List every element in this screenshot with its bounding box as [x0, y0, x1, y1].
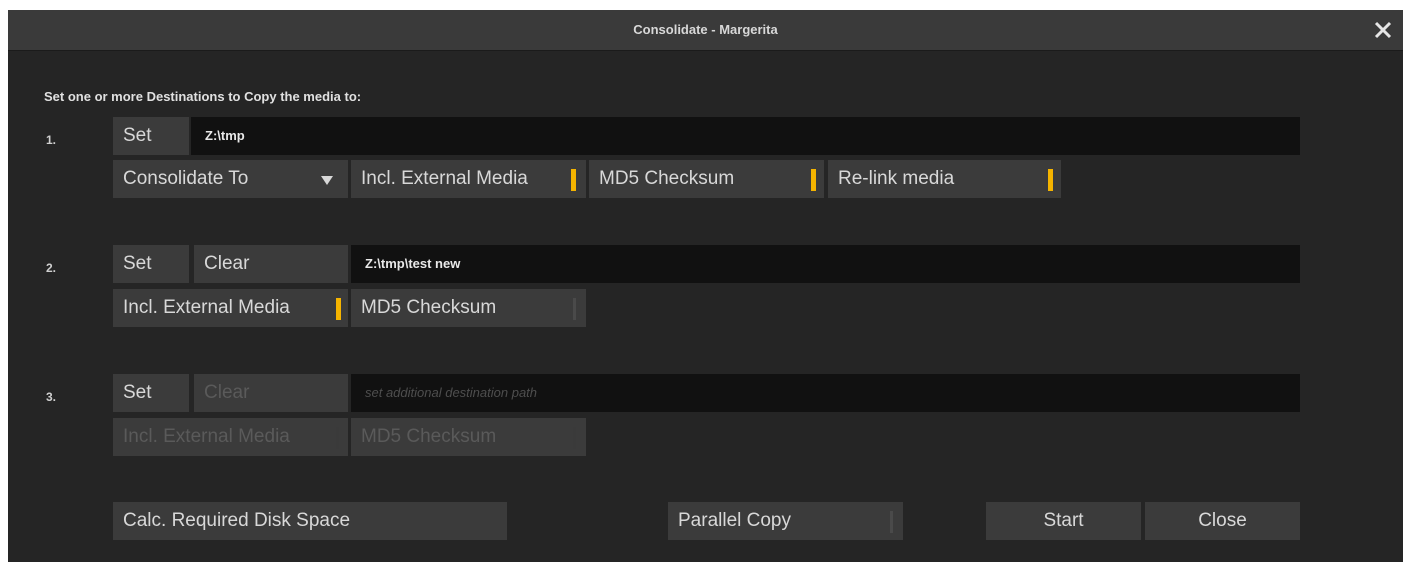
- dest1-md5-checksum-toggle[interactable]: MD5 Checksum: [589, 160, 824, 198]
- destination-2-number: 2.: [46, 261, 57, 275]
- destination-3-number: 3.: [46, 390, 57, 404]
- dest1-consolidate-to-select[interactable]: Consolidate To: [113, 160, 348, 198]
- toggle-on-indicator: [811, 169, 816, 191]
- chevron-down-icon: [321, 176, 333, 185]
- toggle-off-indicator: [573, 427, 576, 449]
- toggle-off-indicator: [336, 427, 339, 449]
- dest3-md5-label: MD5 Checksum: [361, 426, 497, 447]
- start-button[interactable]: Start: [986, 502, 1141, 540]
- parallel-copy-label: Parallel Copy: [678, 510, 791, 531]
- calc-disk-space-button[interactable]: Calc. Required Disk Space: [113, 502, 507, 540]
- toggle-on-indicator: [336, 298, 341, 320]
- dest1-path-field[interactable]: Z:\tmp: [191, 117, 1300, 155]
- dest1-incl-external-label: Incl. External Media: [361, 168, 528, 189]
- title-bar: Consolidate - Margerita: [8, 10, 1403, 51]
- close-icon[interactable]: [1367, 14, 1399, 46]
- dest3-incl-external-label: Incl. External Media: [123, 426, 290, 447]
- dest1-set-button[interactable]: Set: [113, 117, 189, 155]
- dest3-incl-external-toggle[interactable]: Incl. External Media: [113, 418, 348, 456]
- toggle-on-indicator: [1048, 169, 1053, 191]
- toggle-on-indicator: [571, 169, 576, 191]
- close-button[interactable]: Close: [1145, 502, 1300, 540]
- dest3-path-field[interactable]: set additional destination path: [351, 374, 1300, 412]
- parallel-copy-toggle[interactable]: Parallel Copy: [668, 502, 903, 540]
- dest1-mode-value: Consolidate To: [123, 168, 249, 189]
- destination-1-number: 1.: [46, 133, 57, 147]
- instructions-heading: Set one or more Destinations to Copy the…: [44, 89, 362, 104]
- consolidate-dialog: Consolidate - Margerita Set one or more …: [8, 10, 1403, 562]
- dest1-relink-media-toggle[interactable]: Re-link media: [828, 160, 1061, 198]
- dest3-set-button[interactable]: Set: [113, 374, 189, 412]
- window-title: Consolidate - Margerita: [633, 22, 778, 37]
- dest2-path-field[interactable]: Z:\tmp\test new: [351, 245, 1300, 283]
- dest2-clear-button[interactable]: Clear: [194, 245, 348, 283]
- dest3-md5-checksum-toggle[interactable]: MD5 Checksum: [351, 418, 586, 456]
- dest2-set-button[interactable]: Set: [113, 245, 189, 283]
- dest1-incl-external-toggle[interactable]: Incl. External Media: [351, 160, 586, 198]
- toggle-off-indicator: [573, 298, 576, 320]
- dest2-incl-external-toggle[interactable]: Incl. External Media: [113, 289, 348, 327]
- dest2-md5-checksum-toggle[interactable]: MD5 Checksum: [351, 289, 586, 327]
- dest2-md5-label: MD5 Checksum: [361, 297, 497, 318]
- toggle-off-indicator: [890, 511, 893, 533]
- dest1-relink-label: Re-link media: [838, 168, 955, 189]
- dest3-clear-button[interactable]: Clear: [194, 374, 348, 412]
- dest1-md5-label: MD5 Checksum: [599, 168, 735, 189]
- dest2-incl-external-label: Incl. External Media: [123, 297, 290, 318]
